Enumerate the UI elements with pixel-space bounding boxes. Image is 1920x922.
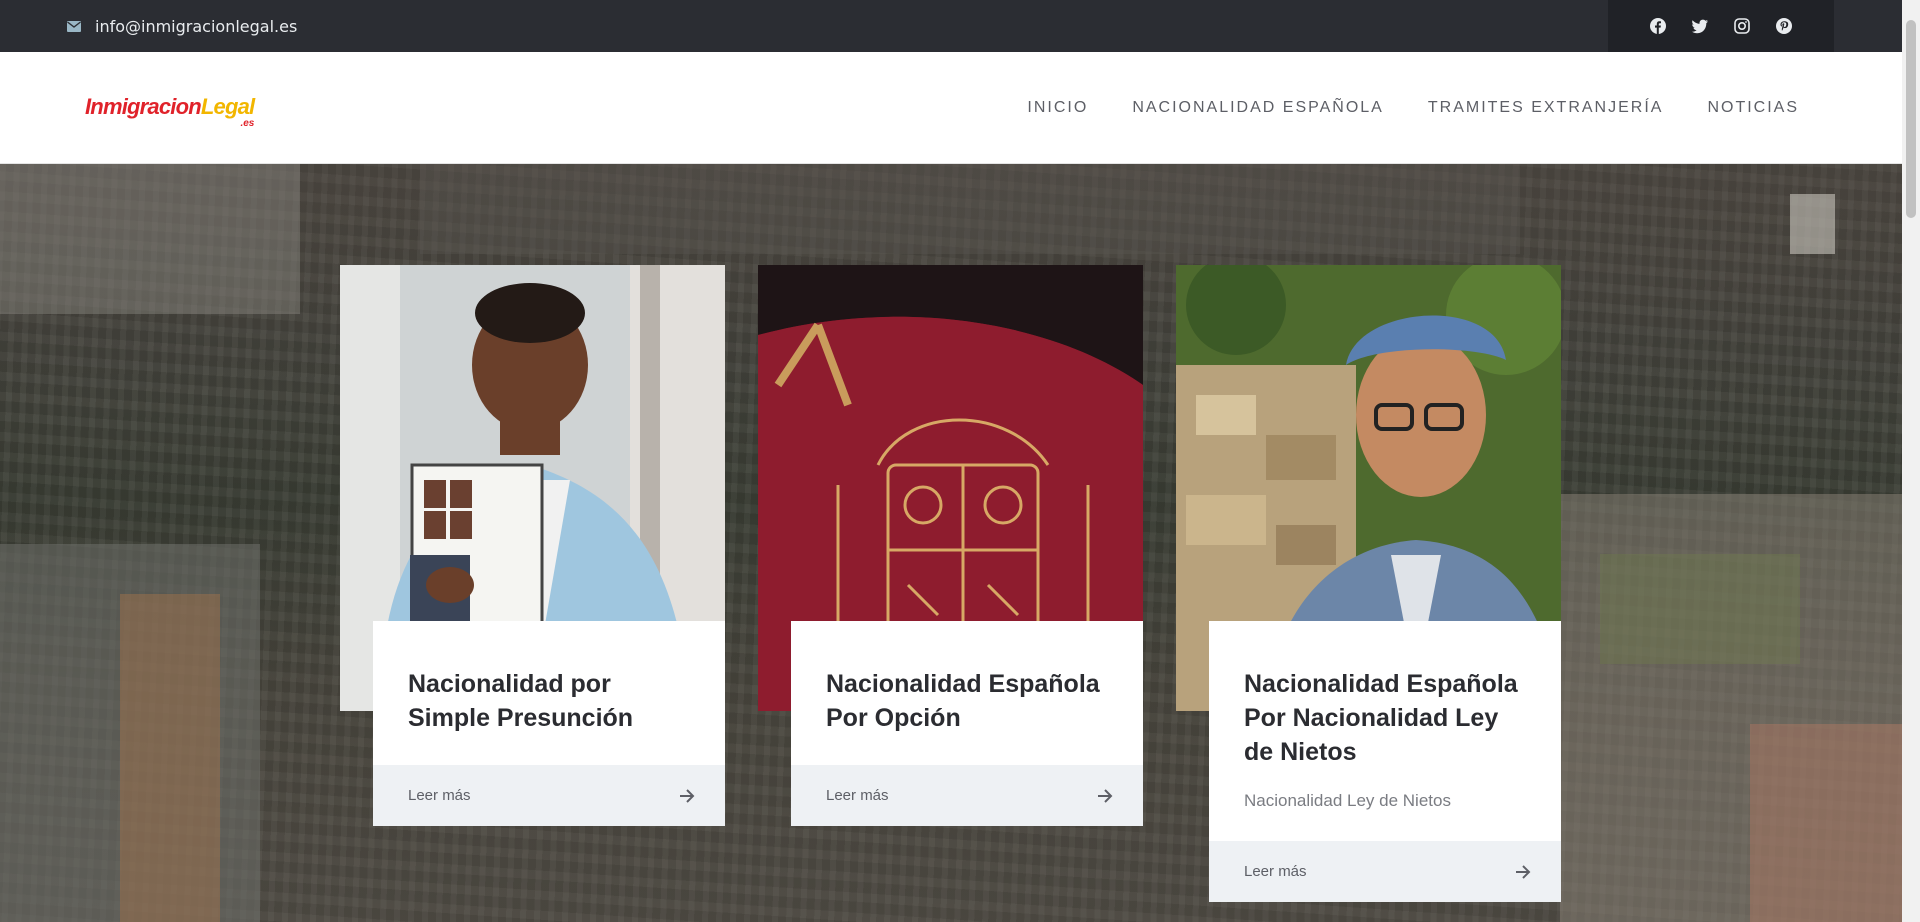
contact-email[interactable]: info@inmigracionlegal.es [67,0,297,52]
facebook-icon[interactable] [1650,18,1666,34]
nav-item-inicio[interactable]: INICIO [1027,99,1088,117]
nav-item-extranjeria[interactable]: TRAMITES EXTRANJERÍA [1428,99,1664,117]
read-more-link[interactable]: Leer más [373,765,725,826]
scrollbar-thumb[interactable] [1906,20,1916,218]
main-nav: INICIO NACIONALIDAD ESPAÑOLA TRAMITES EX… [1027,52,1799,164]
social-links [1608,0,1834,52]
pinterest-icon[interactable] [1776,18,1792,34]
email-text: info@inmigracionlegal.es [95,16,298,36]
card-title[interactable]: Nacionalidad Española Por Opción [791,621,1143,735]
logo-part-2: Legal [200,94,255,119]
arrow-right-icon [1098,788,1113,803]
card-body: Nacionalidad Española Por Opción Leer má… [791,621,1143,826]
read-more-label: Leer más [408,787,471,804]
read-more-label: Leer más [826,787,889,804]
instagram-icon[interactable] [1734,18,1750,34]
read-more-link[interactable]: Leer más [791,765,1143,826]
page-scrollbar[interactable] [1902,0,1920,922]
logo-suffix: .es [240,118,255,129]
logo-part-1: Inmigracion [85,94,202,119]
read-more-link[interactable]: Leer más [1209,841,1561,902]
read-more-label: Leer más [1244,863,1307,880]
site-header: InmigracionLegal .es INICIO NACIONALIDAD… [0,52,1902,164]
envelope-icon [67,20,81,32]
nav-item-nacionalidad[interactable]: NACIONALIDAD ESPAÑOLA [1132,99,1384,117]
arrow-right-icon [1516,864,1531,879]
card-title[interactable]: Nacionalidad por Simple Presunción [373,621,725,735]
card-title[interactable]: Nacionalidad Española Por Nacionalidad L… [1209,621,1561,769]
card-excerpt: Nacionalidad Ley de Nietos [1244,791,1451,810]
twitter-icon[interactable] [1692,18,1708,34]
top-bar: info@inmigracionlegal.es [0,0,1902,52]
card-body: Nacionalidad Española Por Nacionalidad L… [1209,621,1561,902]
nav-item-noticias[interactable]: NOTICIAS [1707,99,1799,117]
card-body: Nacionalidad por Simple Presunción Leer … [373,621,725,826]
arrow-right-icon [680,788,695,803]
site-logo[interactable]: InmigracionLegal .es [85,94,255,129]
